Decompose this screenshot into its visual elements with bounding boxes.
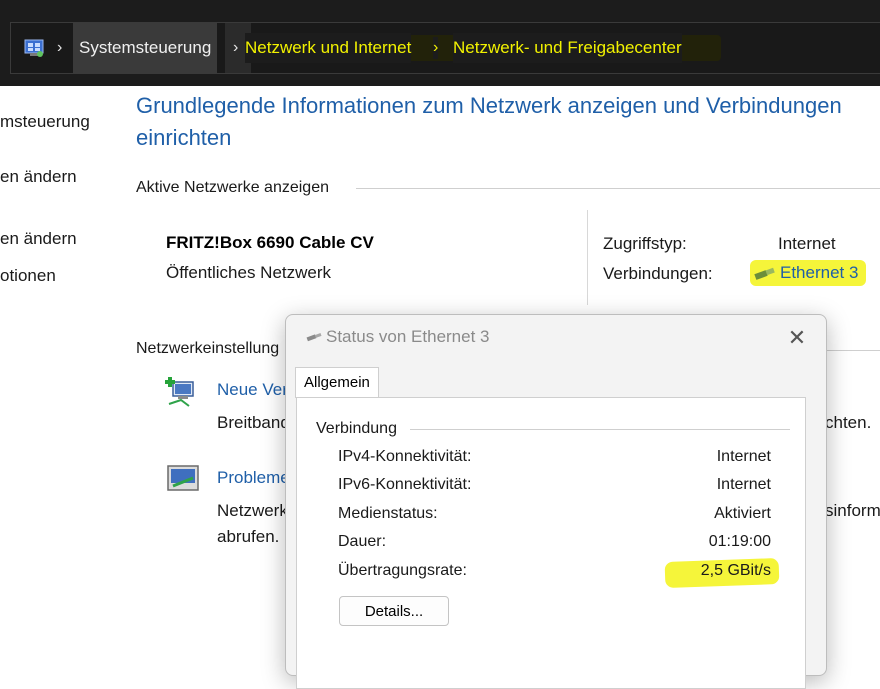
access-type-label: Zugriffstyp: xyxy=(603,234,687,253)
ethernet-connection-link[interactable]: Ethernet 3 xyxy=(750,260,867,286)
breadcrumb-systemsteuerung[interactable]: Systemsteuerung xyxy=(73,23,218,73)
status-dialog: Status von Ethernet 3 ✕ Allgemein Verbin… xyxy=(285,314,827,689)
group-divider xyxy=(410,429,790,430)
sidebar-item-systemsteuerung[interactable]: msteuerung xyxy=(0,112,90,132)
ethernet-icon xyxy=(754,267,775,280)
new-connection-link[interactable]: Neue Ver xyxy=(217,380,288,400)
sidebar-item-freigabe[interactable]: en ändern xyxy=(0,229,77,249)
transfer-rate-label: Übertragungsrate: xyxy=(338,562,467,579)
duration-value: 01:19:00 xyxy=(708,533,771,550)
control-panel-icon[interactable] xyxy=(23,37,45,59)
page-title: Grundlegende Informationen zum Netzwerk … xyxy=(136,90,880,154)
breadcrumb-freigabecenter[interactable]: Netzwerk- und Freigabecenter xyxy=(453,33,682,63)
transfer-rate-value: 2,5 GBit/s xyxy=(700,562,771,579)
active-networks-label: Aktive Netzwerke anzeigen xyxy=(136,179,329,196)
title-bar: › Systemsteuerung › Netzwerk und Interne… xyxy=(0,0,880,86)
troubleshoot-icon xyxy=(167,465,199,491)
breadcrumb-netzwerk-internet[interactable]: Netzwerk und Internet xyxy=(245,33,412,63)
ipv6-value: Internet xyxy=(716,476,771,493)
dialog-title-text: Status von Ethernet 3 xyxy=(326,327,490,346)
details-button[interactable]: Details... xyxy=(339,596,449,626)
ipv6-label: IPv6-Konnektivität: xyxy=(338,476,472,493)
troubleshoot-description-line-2: abrufen. xyxy=(217,527,280,546)
close-icon[interactable]: ✕ xyxy=(782,323,812,353)
access-type-value: Internet xyxy=(778,234,836,253)
tab-page-allgemein: Verbindung IPv4-Konnektivität: Internet … xyxy=(296,397,806,689)
sidebar-item-optionen[interactable]: otionen xyxy=(0,266,56,286)
ipv4-value: Internet xyxy=(716,448,771,465)
page-title-line-2: einrichten xyxy=(136,125,232,150)
duration-label: Dauer: xyxy=(338,533,387,550)
tab-allgemein[interactable]: Allgemein xyxy=(295,367,379,398)
troubleshoot-link[interactable]: Probleme xyxy=(217,468,290,488)
sidebar-item-adapter[interactable]: en ändern xyxy=(0,167,77,187)
network-name: FRITZ!Box 6690 Cable CV xyxy=(166,233,374,252)
network-settings-label: Netzwerkeinstellung xyxy=(136,340,280,357)
section-divider xyxy=(824,350,880,351)
new-connection-description-tail: chten. xyxy=(825,413,872,432)
dialog-title: Status von Ethernet 3 xyxy=(306,327,490,347)
new-connection-description: Breitband xyxy=(217,413,290,432)
section-divider xyxy=(356,188,880,189)
vertical-divider xyxy=(587,210,588,305)
breadcrumb-separator: › xyxy=(57,39,63,56)
breadcrumb-separator: › xyxy=(433,37,439,59)
ethernet-connection-label: Ethernet 3 xyxy=(780,263,859,282)
troubleshoot-description: Netzwerk xyxy=(217,501,288,520)
connection-group-label: Verbindung xyxy=(316,420,397,437)
new-connection-icon xyxy=(165,377,194,407)
network-type: Öffentliches Netzwerk xyxy=(166,263,332,282)
page-title-line-1: Grundlegende Informationen zum Netzwerk … xyxy=(136,93,842,118)
media-status-value: Aktiviert xyxy=(714,505,771,522)
address-bar[interactable]: › Systemsteuerung › Netzwerk und Interne… xyxy=(10,22,880,74)
media-status-label: Medienstatus: xyxy=(338,505,438,522)
ethernet-icon xyxy=(306,333,322,342)
ipv4-label: IPv4-Konnektivität: xyxy=(338,448,472,465)
troubleshoot-description-tail: sinform xyxy=(825,501,880,520)
connections-label: Verbindungen: xyxy=(603,264,713,283)
breadcrumb-separator: › xyxy=(233,39,239,56)
